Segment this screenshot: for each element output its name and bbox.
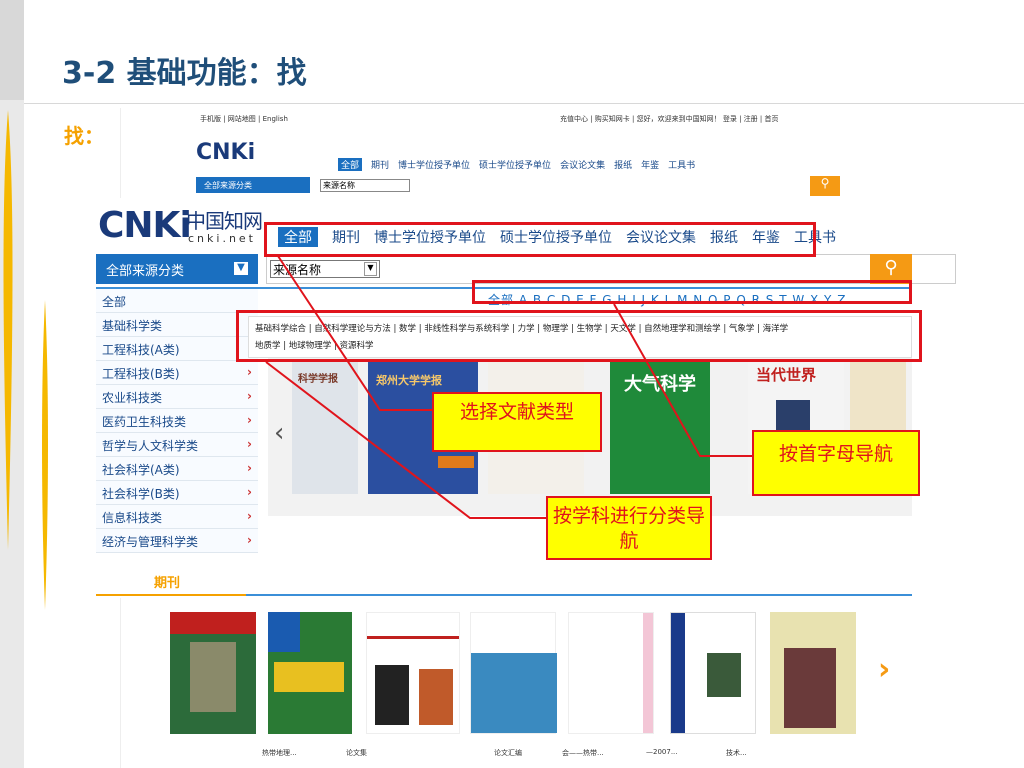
bg-nav-item[interactable]: 博士学位授予单位 (398, 158, 470, 171)
title-divider (24, 103, 1024, 104)
magazine-cover[interactable] (568, 612, 654, 734)
bg-topbar-right[interactable]: 充值中心 | 购买知网卡 | 您好，欢迎来到中国知网！ 登录 | 注册 | 首页 (560, 114, 778, 124)
sidebar-item[interactable]: 工程科技(A类) (96, 337, 258, 361)
magazine-cover[interactable] (770, 612, 856, 734)
bg-footer-item[interactable]: 会——热带... (562, 748, 604, 758)
bg-search-icon[interactable]: ⚲ (810, 176, 840, 196)
chevron-left-icon[interactable]: ‹ (274, 418, 284, 448)
bg-footer-item[interactable]: 论文集 (346, 748, 367, 758)
sidebar-item-label: 工程科技(A类) (102, 343, 180, 357)
sidebar-item[interactable]: 全部 (96, 289, 258, 313)
sidebar-item[interactable]: 社会科学(A类) › (96, 457, 258, 481)
journal-cover[interactable]: 大气科学 (610, 360, 710, 494)
source-category-button[interactable]: 全部来源分类 ▼ (96, 254, 258, 284)
sidebar-item[interactable]: 工程科技(B类) › (96, 361, 258, 385)
magazine-cover[interactable] (366, 612, 460, 734)
cnki-logo[interactable]: CNKi 中国知网 cnki.net (98, 205, 263, 246)
chevron-right-icon: › (247, 437, 252, 451)
callout-doc-type: 选择文献类型 (432, 392, 602, 452)
slide-lead-text: 找： (64, 124, 104, 148)
sidebar-item[interactable]: 农业科技类 › (96, 385, 258, 409)
bg-nav: 全部 期刊 博士学位授予单位 硕士学位授予单位 会议论文集 报纸 年鉴 工具书 (338, 158, 695, 171)
sidebar-item-label: 农业科技类 (102, 391, 163, 405)
callout-alphabet: 按首字母导航 (752, 430, 920, 496)
chevron-down-icon: ▼ (364, 262, 377, 276)
category-sidebar: 全部 基础科学类 工程科技(A类) 工程科技(B类) › 农业科技类 › 医药卫生科… (96, 289, 258, 553)
sidebar-item-label: 社会科学(B类) (102, 487, 180, 501)
chevron-right-icon: › (247, 365, 252, 379)
decorative-swoosh (3, 110, 13, 550)
sidebar-item-label: 经济与管理科学类 (102, 535, 199, 549)
bg-topbar-left[interactable]: 手机版 | 网站地图 | English (200, 114, 288, 124)
highlight-subjects (236, 310, 922, 362)
sidebar-item[interactable]: 医药卫生科技类 › (96, 409, 258, 433)
chevron-right-icon: › (247, 533, 252, 547)
bg-nav-item[interactable]: 会议论文集 (560, 158, 605, 171)
bg-cnki-logo[interactable]: CNKi (196, 140, 255, 165)
journal-section-title[interactable]: 期刊 (154, 572, 180, 591)
sidebar-item[interactable]: 社会科学(B类) › (96, 481, 258, 505)
bg-footer-item[interactable]: —2007... (646, 748, 678, 756)
chevron-right-icon: › (247, 389, 252, 403)
sidebar-item[interactable]: 哲学与人文科学类 › (96, 433, 258, 457)
chevron-right-icon: › (247, 509, 252, 523)
bg-source-category[interactable]: 全部来源分类 (196, 177, 310, 193)
magazine-cover[interactable] (268, 612, 352, 734)
bg-nav-item[interactable]: 期刊 (371, 158, 389, 171)
bg-footer-item[interactable]: 热带地理... (262, 748, 297, 758)
bg-nav-item[interactable]: 工具书 (668, 158, 695, 171)
bg-nav-item[interactable]: 硕士学位授予单位 (479, 158, 551, 171)
magazine-cover[interactable] (470, 612, 557, 734)
slide-title: 3-2 基础功能：找 (62, 56, 307, 91)
sidebar-item-label: 信息科技类 (102, 511, 163, 525)
cover-title: 大气科学 (624, 374, 696, 395)
decorative-swoosh-2 (42, 300, 48, 610)
journal-cover[interactable]: 科学学报 (292, 360, 358, 494)
sidebar-item-label: 全部 (102, 295, 127, 309)
journal-section-rule (96, 594, 912, 596)
sidebar-item[interactable]: 经济与管理科学类 › (96, 529, 258, 553)
chevron-right-icon: › (247, 461, 252, 475)
bg-footer-item[interactable]: 论文汇编 (494, 748, 522, 758)
search-icon: ⚲ (884, 257, 898, 278)
cnki-logo-mark: CNKi (98, 205, 192, 246)
highlight-alphabet (472, 280, 912, 304)
bg-nav-item[interactable]: 年鉴 (641, 158, 659, 171)
chevron-down-icon: ▼ (234, 262, 248, 275)
callout-subject: 按学科进行分类导航 (546, 496, 712, 560)
bg-nav-item[interactable]: 全部 (338, 158, 363, 171)
bg-source-select[interactable]: 来源名称 (320, 179, 410, 192)
chevron-right-icon[interactable]: › (878, 652, 890, 687)
sidebar-item-label: 哲学与人文科学类 (102, 439, 199, 453)
chevron-right-icon: › (247, 485, 252, 499)
sidebar-item-label: 社会科学(A类) (102, 463, 180, 477)
magazine-cover[interactable] (670, 612, 756, 734)
cover-title: 当代世界 (756, 366, 817, 384)
sidebar-item[interactable]: 基础科学类 (96, 313, 258, 337)
sidebar-item[interactable]: 信息科技类 › (96, 505, 258, 529)
magazine-cover[interactable] (170, 612, 256, 734)
bg-nav-item[interactable]: 报纸 (614, 158, 632, 171)
highlight-doc-type (264, 222, 816, 257)
sidebar-item-label: 医药卫生科技类 (102, 415, 187, 429)
source-select-value: 来源名称 (273, 263, 322, 277)
chevron-right-icon: › (247, 413, 252, 427)
sidebar-item-label: 工程科技(B类) (102, 367, 180, 381)
cover-title: 科学学报 (298, 374, 338, 385)
bg-footer-item[interactable]: 技术... (726, 748, 747, 758)
source-category-label: 全部来源分类 (106, 264, 185, 279)
source-select[interactable]: 来源名称 ▼ (270, 260, 380, 278)
sidebar-item-label: 基础科学类 (102, 319, 163, 333)
